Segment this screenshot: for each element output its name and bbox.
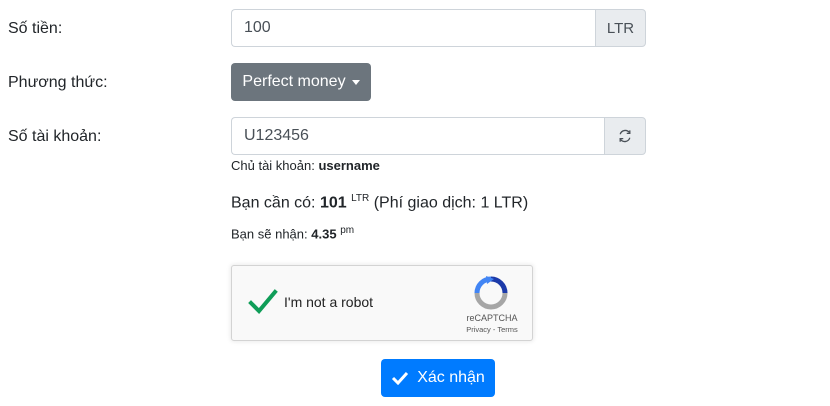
submit-label: Xác nhận bbox=[417, 369, 485, 386]
amount-unit-addon: LTR bbox=[595, 9, 646, 47]
owner-name: username bbox=[318, 158, 380, 173]
method-dropdown-button[interactable]: Perfect money bbox=[231, 63, 371, 101]
check-icon bbox=[392, 371, 409, 385]
method-selected: Perfect money bbox=[242, 73, 346, 90]
method-label: Phương thức: bbox=[8, 74, 108, 91]
account-input-group bbox=[231, 117, 646, 155]
caret-down-icon bbox=[351, 79, 360, 85]
recaptcha-label: I'm not a robot bbox=[284, 294, 374, 310]
receive-unit: pm bbox=[340, 225, 355, 236]
recaptcha-widget: I'm not a robot reCAPTCHA Privacy - Term… bbox=[231, 265, 533, 341]
recaptcha-brand: reCAPTCHA bbox=[466, 313, 518, 323]
receive-label: Bạn sẽ nhận: bbox=[231, 226, 308, 242]
account-label: Số tài khoản: bbox=[8, 128, 102, 145]
receive-amount: 4.35 bbox=[311, 226, 337, 242]
account-owner: Chủ tài khoản: username bbox=[231, 158, 380, 173]
checkmark-icon[interactable] bbox=[248, 288, 278, 316]
refresh-button[interactable] bbox=[604, 117, 646, 155]
need-amount-line: Bạn cần có: 101 LTR (Phí giao dịch: 1 LT… bbox=[231, 193, 528, 212]
recaptcha-logo-icon bbox=[474, 276, 508, 310]
owner-label: Chủ tài khoản: bbox=[231, 158, 315, 173]
refresh-icon bbox=[619, 129, 631, 143]
amount-input[interactable] bbox=[231, 9, 595, 47]
need-label: Bạn cần có: bbox=[231, 194, 316, 212]
need-amount: 101 bbox=[319, 194, 347, 212]
amount-input-group: LTR bbox=[231, 9, 646, 47]
need-unit: LTR bbox=[351, 193, 370, 204]
recaptcha-links[interactable]: Privacy - Terms bbox=[454, 325, 530, 334]
fee-text: (Phí giao dịch: 1 LTR) bbox=[373, 194, 529, 212]
submit-button[interactable]: Xác nhận bbox=[381, 359, 495, 397]
receive-amount-line: Bạn sẽ nhận: 4.35 pm bbox=[231, 225, 354, 241]
amount-label: Số tiền: bbox=[8, 20, 63, 37]
account-input[interactable] bbox=[231, 117, 604, 155]
